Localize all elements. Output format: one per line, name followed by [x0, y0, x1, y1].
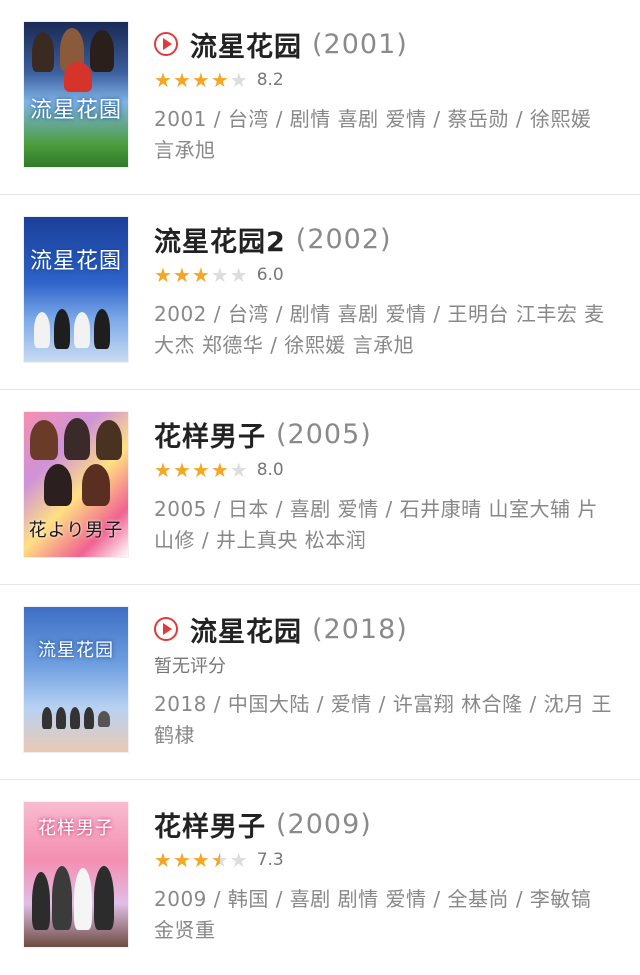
title-row: 流星花园2 (2002): [154, 219, 640, 259]
movie-list: 流星花園 流星花园 (2001) ★ ★ ★ ★ ★ 8.2 2001 / 台湾…: [0, 0, 640, 975]
movie-item[interactable]: 花样男子 花样男子 (2009) ★ ★ ★ ★ ★ 7.3 2009 / 韩国…: [0, 780, 640, 975]
movie-year: (2001): [312, 28, 408, 60]
star-full-icon: ★: [172, 68, 191, 92]
rating-score: 7.3: [256, 850, 284, 870]
rating-stars: ★ ★ ★ ★ ★: [154, 460, 249, 480]
play-icon[interactable]: [154, 617, 178, 641]
rating-score: 8.0: [256, 460, 284, 480]
star-full-icon: ★: [210, 68, 229, 92]
play-icon[interactable]: [154, 32, 178, 56]
movie-poster[interactable]: 流星花園: [24, 22, 128, 167]
movie-info: 流星花园2 (2002) ★ ★ ★ ★ ★ 6.0 2002 / 台湾 / 剧…: [154, 217, 640, 389]
movie-meta: 2009 / 韩国 / 喜剧 剧情 爱情 / 全基尚 / 李敏镐 金贤重: [154, 887, 592, 942]
movie-poster[interactable]: 花样男子: [24, 802, 128, 947]
star-full-icon: ★: [172, 458, 191, 482]
poster-title: 流星花園: [29, 97, 122, 123]
star-full-icon: ★: [154, 68, 172, 92]
rating-stars: ★ ★ ★ ★ ★: [154, 850, 249, 870]
movie-info: 流星花园 (2001) ★ ★ ★ ★ ★ 8.2 2001 / 台湾 / 剧情…: [154, 22, 640, 194]
star-full-icon: ★: [210, 458, 229, 482]
star-full-icon: ★: [191, 68, 210, 92]
rating-row: ★ ★ ★ ★ ★ 7.3: [154, 844, 640, 876]
poster-title: 花より男子: [28, 520, 124, 542]
poster-title: 流星花園: [29, 249, 122, 275]
title-row: 花样男子 (2005): [154, 414, 640, 454]
movie-item[interactable]: 流星花園 流星花园2 (2002) ★ ★ ★ ★ ★ 6.0 2002 / 台…: [0, 195, 640, 390]
title-row: 花样男子 (2009): [154, 804, 640, 844]
title-row: 流星花园 (2018): [154, 609, 640, 649]
movie-info: 流星花园 (2018) 暂无评分 2018 / 中国大陆 / 爱情 / 许富翔 …: [154, 607, 640, 779]
movie-year: (2009): [276, 808, 372, 840]
star-empty-icon: ★: [229, 848, 248, 872]
movie-item[interactable]: 花より男子 花样男子 (2005) ★ ★ ★ ★ ★ 8.0 2005 / 日…: [0, 390, 640, 585]
movie-year: (2005): [276, 418, 372, 450]
rating-row: ★ ★ ★ ★ ★ 8.0: [154, 454, 640, 486]
title-row: 流星花园 (2001): [154, 24, 640, 64]
star-full-icon: ★: [191, 458, 210, 482]
movie-title[interactable]: 流星花园2: [154, 220, 286, 259]
rating-row: ★ ★ ★ ★ ★ 8.2: [154, 64, 640, 96]
rating-score: 8.2: [256, 70, 284, 90]
movie-year: (2002): [295, 223, 392, 255]
star-full-icon: ★: [191, 848, 210, 872]
rating-row: 暂无评分: [154, 649, 640, 681]
movie-poster[interactable]: 花より男子: [24, 412, 128, 557]
rating-score: 6.0: [256, 265, 284, 285]
star-empty-icon: ★: [229, 263, 248, 287]
rating-stars: ★ ★ ★ ★ ★: [154, 265, 249, 285]
movie-item[interactable]: 流星花園 流星花园 (2001) ★ ★ ★ ★ ★ 8.2 2001 / 台湾…: [0, 0, 640, 195]
rating-row: ★ ★ ★ ★ ★ 6.0: [154, 259, 640, 291]
star-empty-icon: ★: [210, 263, 229, 287]
movie-title[interactable]: 流星花园: [190, 610, 302, 649]
star-full-icon: ★: [172, 263, 191, 287]
star-empty-icon: ★: [229, 458, 248, 482]
movie-poster[interactable]: 流星花园: [24, 607, 128, 752]
movie-title[interactable]: 花样男子: [154, 415, 266, 454]
poster-title: 花样男子: [38, 817, 114, 839]
poster-title: 流星花园: [38, 640, 114, 661]
movie-poster[interactable]: 流星花園: [24, 217, 128, 362]
star-full-icon: ★: [154, 848, 172, 872]
star-half-icon: ★: [210, 848, 229, 872]
movie-meta: 2018 / 中国大陆 / 爱情 / 许富翔 林合隆 / 沈月 王鹤棣: [154, 692, 612, 747]
movie-year: (2018): [312, 613, 408, 645]
star-full-icon: ★: [172, 848, 191, 872]
star-empty-icon: ★: [229, 68, 248, 92]
star-full-icon: ★: [154, 458, 172, 482]
star-full-icon: ★: [191, 263, 210, 287]
movie-meta: 2001 / 台湾 / 剧情 喜剧 爱情 / 蔡岳勋 / 徐熙媛 言承旭: [154, 107, 592, 162]
movie-meta: 2002 / 台湾 / 剧情 喜剧 爱情 / 王明台 江丰宏 麦大杰 郑德华 /…: [154, 302, 605, 357]
movie-item[interactable]: 流星花园 流星花园 (2018) 暂无评分 2018 / 中国大陆 / 爱情 /…: [0, 585, 640, 780]
movie-meta: 2005 / 日本 / 喜剧 爱情 / 石井康晴 山室大辅 片山修 / 井上真央…: [154, 497, 598, 552]
star-full-icon: ★: [154, 263, 172, 287]
movie-info: 花样男子 (2009) ★ ★ ★ ★ ★ 7.3 2009 / 韩国 / 喜剧…: [154, 802, 640, 975]
movie-title[interactable]: 流星花园: [190, 25, 302, 64]
movie-info: 花样男子 (2005) ★ ★ ★ ★ ★ 8.0 2005 / 日本 / 喜剧…: [154, 412, 640, 584]
rating-stars: ★ ★ ★ ★ ★: [154, 70, 249, 90]
no-rating-label: 暂无评分: [154, 656, 226, 677]
movie-title[interactable]: 花样男子: [154, 805, 266, 844]
